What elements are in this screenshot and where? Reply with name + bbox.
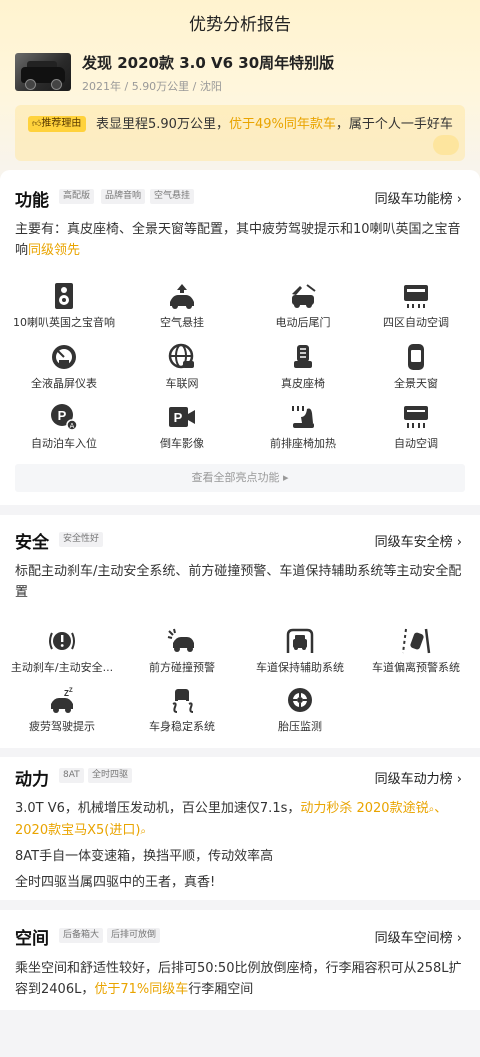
recommend-text: 表显里程5.90万公里，优于49%同年款车，属于个人一手好车 <box>96 117 453 132</box>
climate-control-icon <box>404 285 428 308</box>
section-title: 空间 <box>15 929 49 949</box>
space-rank-link[interactable]: 同级车空间榜 › <box>375 927 462 946</box>
feature-item[interactable]: 真皮座椅 <box>243 343 363 391</box>
feature-item[interactable]: PA 自动泊车入位 <box>4 403 124 451</box>
function-rank-link[interactable]: 同级车功能榜 › <box>375 188 462 207</box>
section-title: 安全 <box>15 533 49 553</box>
feature-item[interactable]: P 倒车影像 <box>122 403 242 451</box>
feature-item[interactable]: 车联网 <box>122 343 242 391</box>
reverse-camera-icon: P <box>169 407 195 427</box>
safety-item[interactable]: ZZ 疲劳驾驶提示 <box>2 686 122 734</box>
feature-item[interactable]: 10喇叭英国之宝音响 <box>4 282 124 330</box>
function-section: 功能 高配版 品牌音响 空气悬挂 同级车功能榜 › 主要有：真皮座椅、全景天窗等… <box>0 170 480 505</box>
power-section: 动力 8AT 全时四驱 同级车动力榜 › 3.0T V6，机械增压发动机，百公里… <box>0 757 480 900</box>
tag: 后排可放倒 <box>107 928 161 943</box>
connected-car-icon <box>168 343 194 369</box>
safety-rank-link[interactable]: 同级车安全榜 › <box>375 531 462 550</box>
safety-item[interactable]: 主动刹车/主动安全... <box>2 627 122 675</box>
speaker-icon <box>55 283 73 309</box>
power-line-1: 3.0T V6，机械增压发动机，百公里加速仅7.1s，动力秒杀 2020款途锐⌕… <box>15 801 448 838</box>
car-meta: 2021年 / 5.90万公里 / 沈阳 <box>82 80 222 93</box>
svg-text:P: P <box>174 410 183 425</box>
car-name: 发现 2020款 3.0 V6 30周年特别版 <box>82 54 335 72</box>
header-area: 优势分析报告 发现 2020款 3.0 V6 30周年特别版 2021年 / 5… <box>0 0 480 178</box>
auto-parking-icon: PA <box>51 404 78 431</box>
tag: 高配版 <box>59 189 95 204</box>
tag: 8AT <box>59 768 84 783</box>
seat-heating-icon <box>292 406 314 428</box>
lcd-gauge-icon <box>52 345 76 369</box>
safety-item[interactable]: 前方碰撞预警 <box>122 627 242 675</box>
feature-item[interactable]: 前排座椅加热 <box>243 403 363 451</box>
collision-warning-icon <box>167 628 194 652</box>
safety-item[interactable]: 车道偏离预警系统 <box>356 627 476 675</box>
svg-text:Z: Z <box>69 688 73 694</box>
car-thumbnail[interactable] <box>15 53 71 91</box>
svg-text:A: A <box>70 423 75 430</box>
thumbs-up-icon: 👍︎ <box>32 119 42 129</box>
tag: 安全性好 <box>59 532 104 547</box>
power-rank-link[interactable]: 同级车动力榜 › <box>375 768 462 787</box>
recommend-box: 表显里程5.90万公里，优于49%同年款车，属于个人一手好车 👍︎推荐理由 <box>15 105 465 161</box>
fatigue-alert-icon: ZZ <box>51 688 73 713</box>
search-icon: ⌕ <box>140 826 147 837</box>
stability-control-icon <box>172 689 194 713</box>
feature-item[interactable]: 空气悬挂 <box>122 282 242 330</box>
safety-section: 安全 安全性好 同级车安全榜 › 标配主动刹车/主动安全系统、前方碰撞预警、车道… <box>0 515 480 748</box>
recommend-badge: 👍︎推荐理由 <box>28 116 87 132</box>
safety-desc: 标配主动刹车/主动安全系统、前方碰撞预警、车道保持辅助系统等主动安全配置 <box>15 564 462 600</box>
tag: 品牌音响 <box>101 189 146 204</box>
space-desc: 乘坐空间和舒适性较好，后排可50:50比例放倒座椅，行李厢容积可从258L扩容到… <box>15 961 462 997</box>
section-title: 动力 <box>15 770 49 790</box>
feature-item[interactable]: 全液晶屏仪表 <box>4 343 124 391</box>
panoramic-sunroof-icon <box>408 344 424 370</box>
safety-item[interactable]: 胎压监测 <box>240 686 360 734</box>
space-section: 空间 后备箱大 后排可放倒 同级车空间榜 › 乘坐空间和舒适性较好，后排可50:… <box>0 910 480 1010</box>
lane-keep-icon <box>286 628 314 653</box>
tag: 空气悬挂 <box>150 189 195 204</box>
active-brake-icon <box>49 632 75 650</box>
decor-shape <box>433 135 459 155</box>
safety-item[interactable]: 车身稳定系统 <box>122 686 242 734</box>
tag: 后备箱大 <box>59 928 104 943</box>
feature-item[interactable]: 全景天窗 <box>356 343 476 391</box>
power-tailgate-icon <box>292 284 316 308</box>
lane-departure-icon <box>402 628 431 654</box>
feature-item[interactable]: 电动后尾门 <box>243 282 363 330</box>
auto-ac-icon <box>404 406 428 428</box>
tire-pressure-icon <box>288 688 312 712</box>
view-all-features-button[interactable]: 查看全部亮点功能 ▸ <box>15 464 465 492</box>
svg-text:P: P <box>58 408 67 423</box>
function-desc: 主要有：真皮座椅、全景天窗等配置，其中疲劳驾驶提示和10喇叭英国之宝音响同级领先 <box>15 222 461 258</box>
section-title: 功能 <box>15 191 49 211</box>
power-line-3: 全时四驱当属四驱中的王者，真香! <box>15 875 216 890</box>
tag: 全时四驱 <box>88 768 133 783</box>
power-line-2: 8AT手自一体变速箱，换挡平顺，传动效率高 <box>15 849 274 864</box>
safety-item[interactable]: 车道保持辅助系统 <box>240 627 360 675</box>
air-suspension-icon <box>170 284 194 309</box>
feature-item[interactable]: 自动空调 <box>356 403 476 451</box>
feature-item[interactable]: 四区自动空调 <box>356 282 476 330</box>
leather-seat-icon <box>294 345 312 368</box>
page-title: 优势分析报告 <box>189 15 291 35</box>
